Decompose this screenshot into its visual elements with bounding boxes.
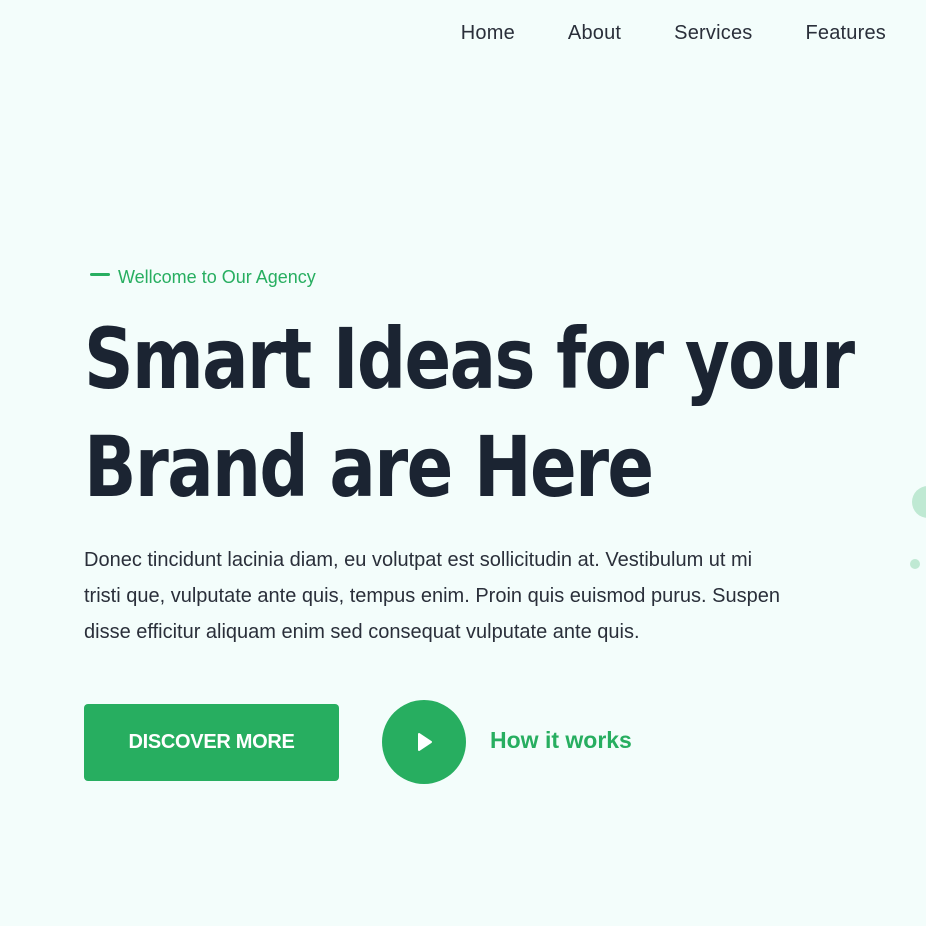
nav-item-services[interactable]: Services [674,22,752,45]
discover-more-button[interactable]: DISCOVER MORE [84,704,339,781]
eyebrow-text: Wellcome to Our Agency [118,267,316,287]
how-it-works-link[interactable]: How it works [490,727,632,754]
play-icon [418,733,432,751]
decorative-circle-large [912,486,926,518]
decorative-circle-small [910,559,920,569]
eyebrow-dash [90,273,110,276]
nav-item-features[interactable]: Features [805,22,886,45]
description-line-3: disse efficitur aliquam enim sed consequ… [84,621,640,643]
description-line-2: tristi que, vulputate ante quis, tempus … [84,585,780,607]
play-button[interactable] [382,700,466,784]
headline-line-2: Brand are Here [84,418,654,516]
description-line-1: Donec tincidunt lacinia diam, eu volutpa… [84,549,753,571]
hero-headline: Smart Ideas for your Brand are Here [84,305,855,521]
hero-eyebrow: Wellcome to Our Agency [90,267,316,288]
nav-item-about[interactable]: About [568,22,621,45]
main-nav: Home About Services Features [461,22,886,45]
nav-item-home[interactable]: Home [461,22,515,45]
headline-line-1: Smart Ideas for your [84,310,855,408]
hero-description: Donec tincidunt lacinia diam, eu volutpa… [84,542,926,650]
